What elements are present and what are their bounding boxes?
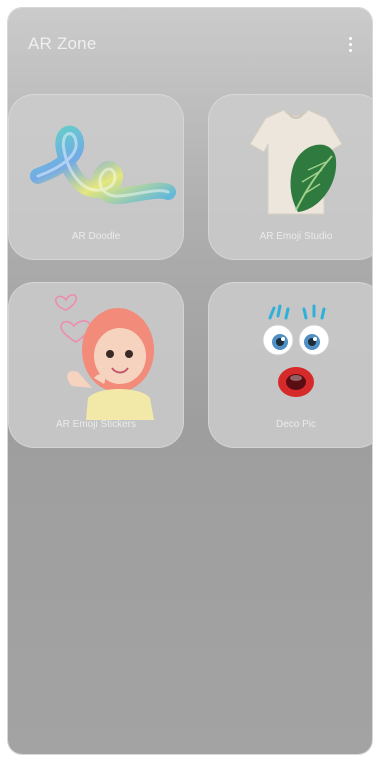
page-title: AR Zone — [28, 34, 97, 53]
tile-ar-doodle[interactable]: AR Doodle — [8, 94, 184, 260]
tile-label: AR Emoji Stickers — [55, 419, 136, 430]
tile-label: AR Doodle — [71, 231, 121, 242]
app-bar: AR Zone — [8, 8, 372, 78]
tile-ar-emoji-stickers[interactable]: AR Emoji Stickers — [8, 282, 184, 448]
screen: AR Zone AR Doodle AR Emoji Studio AR Emo… — [8, 8, 372, 754]
tile-label: AR Emoji Studio — [259, 231, 333, 242]
tile-deco-pic[interactable]: Deco Pic — [208, 282, 372, 448]
tile-ar-emoji-studio[interactable]: AR Emoji Studio — [208, 94, 372, 260]
more-options-button[interactable] — [338, 32, 362, 56]
more-vertical-icon — [348, 36, 352, 40]
tile-label: Deco Pic — [275, 419, 316, 430]
